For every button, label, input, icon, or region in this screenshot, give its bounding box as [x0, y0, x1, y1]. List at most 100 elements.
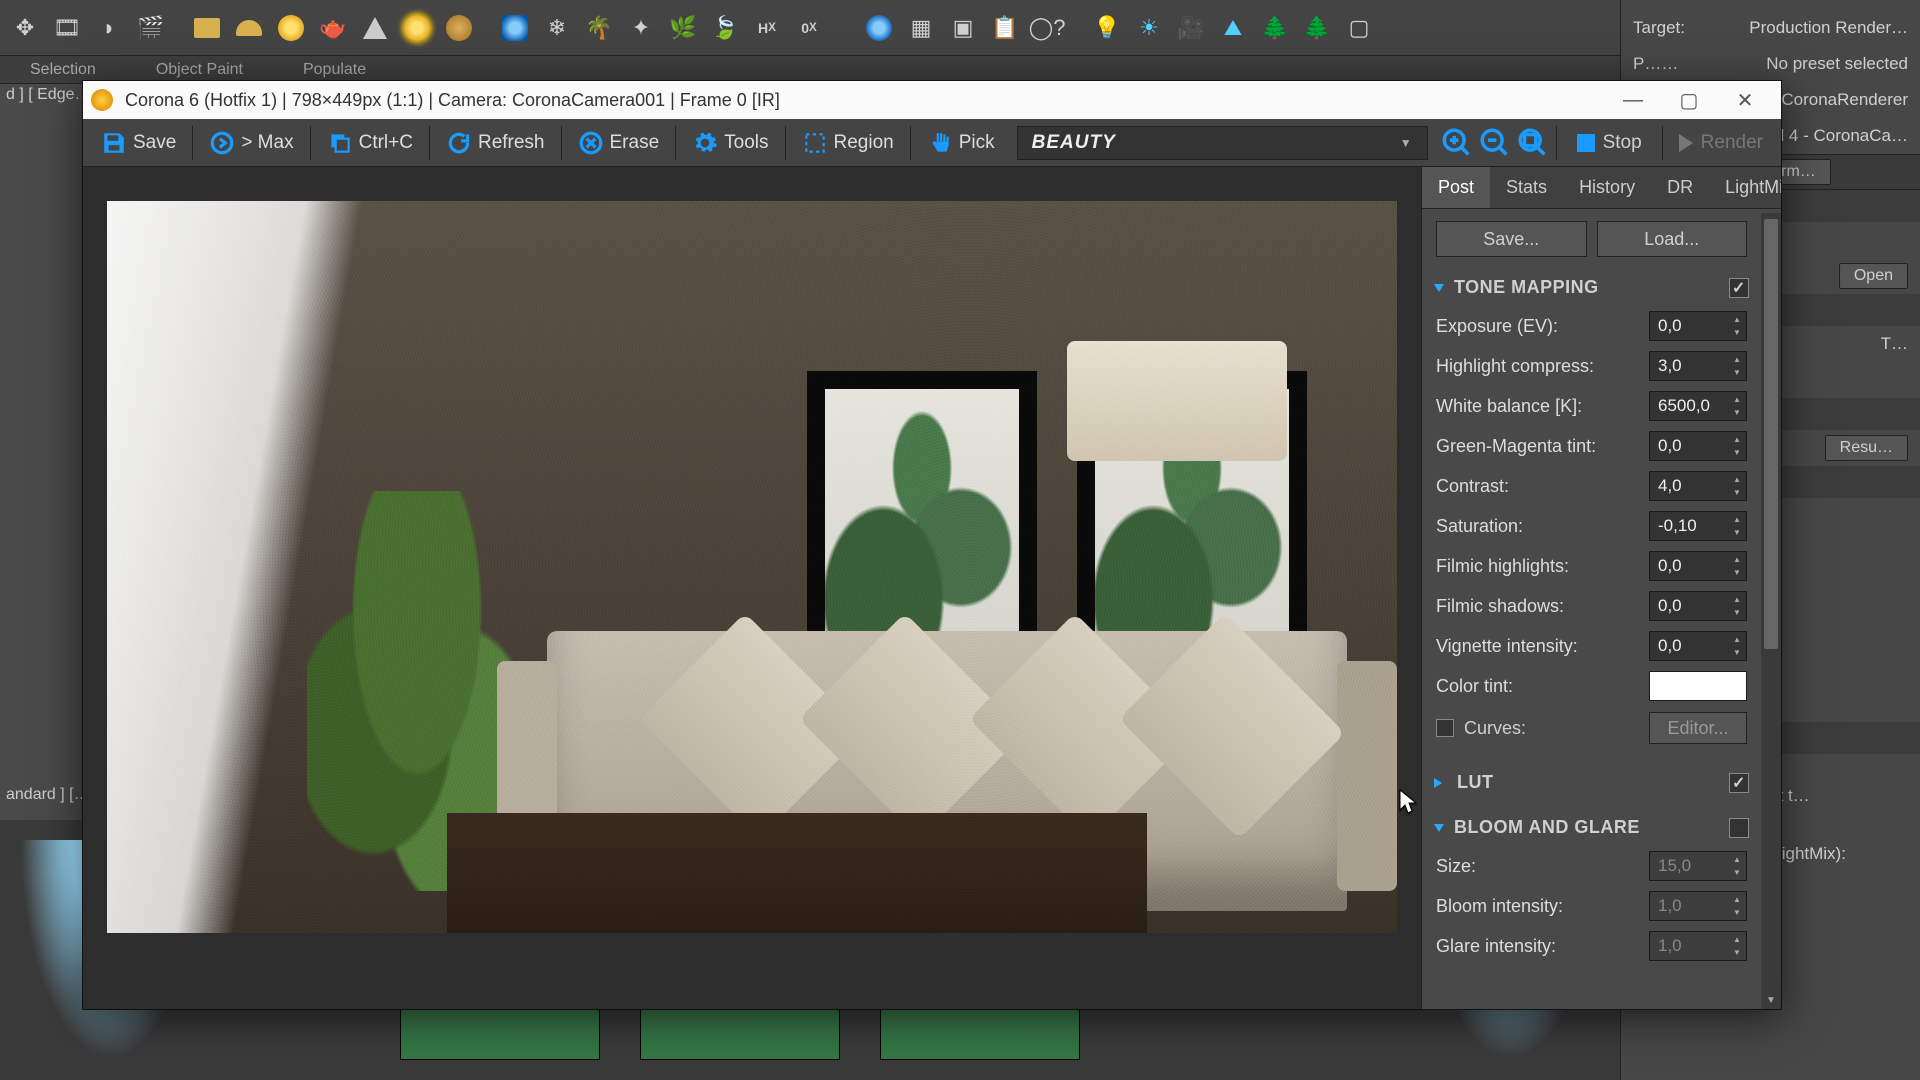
tab-history[interactable]: History [1563, 167, 1651, 208]
saturation-spinner[interactable]: -0,10▲▼ [1649, 511, 1747, 541]
contrast-spinner[interactable]: 4,0▲▼ [1649, 471, 1747, 501]
triangle-down-icon [1434, 824, 1444, 832]
preset-value[interactable]: No preset selected [1766, 54, 1908, 74]
tonemapping-header[interactable]: TONE MAPPING ✓ [1422, 269, 1761, 306]
tab-dr[interactable]: DR [1651, 167, 1709, 208]
disc-icon[interactable] [442, 11, 476, 45]
copy-icon [327, 130, 353, 156]
bulb-icon[interactable]: 💡 [1090, 11, 1124, 45]
help-icon[interactable]: ◯? [1030, 11, 1064, 45]
scene-icon[interactable]: 🎥 [1174, 11, 1208, 45]
dome-prim-icon[interactable] [232, 11, 266, 45]
tab-stats[interactable]: Stats [1490, 167, 1563, 208]
to-max-button[interactable]: > Max [199, 126, 303, 160]
grass-icon[interactable]: 🌿 [666, 11, 700, 45]
save-button[interactable]: Save [91, 126, 186, 160]
filmic-highlights-label: Filmic highlights: [1436, 556, 1649, 577]
pick-button[interactable]: Pick [917, 126, 1005, 160]
color-tint-label: Color tint: [1436, 676, 1649, 697]
renderer-value[interactable]: CoronaRenderer [1781, 90, 1908, 110]
mountain-icon[interactable]: ⛰ [1216, 11, 1250, 45]
pine-icon[interactable]: 🌲 [1258, 11, 1292, 45]
sun-icon[interactable] [400, 11, 434, 45]
sun2-icon[interactable]: ☀ [1132, 11, 1166, 45]
ribbon-selection[interactable]: Selection [30, 61, 96, 79]
triangle-down-icon [1434, 778, 1447, 788]
sphere-blue-icon[interactable] [862, 11, 896, 45]
lut-checkbox[interactable]: ✓ [1729, 773, 1749, 793]
region-button[interactable]: Region [792, 126, 904, 160]
filmic-highlights-spinner[interactable]: 0,0▲▼ [1649, 551, 1747, 581]
close-button[interactable]: ✕ [1717, 81, 1773, 119]
leaf-icon[interactable]: 🍃 [708, 11, 742, 45]
exposure-spinner[interactable]: 0,0▲▼ [1649, 311, 1747, 341]
bloom-checkbox[interactable] [1729, 818, 1749, 838]
tonemapping-checkbox[interactable]: ✓ [1729, 278, 1749, 298]
ribbon-populate[interactable]: Populate [303, 61, 366, 79]
particles-icon[interactable] [498, 11, 532, 45]
tree-icon[interactable]: 🌴 [582, 11, 616, 45]
maximize-button[interactable]: ▢ [1661, 81, 1717, 119]
select-icon[interactable]: ✥ [8, 11, 42, 45]
white-balance-spinner[interactable]: 6500,0▲▼ [1649, 391, 1747, 421]
viewport-label-top: d ] [ Edge… [6, 86, 91, 104]
refresh-button[interactable]: Refresh [436, 126, 555, 160]
sphere-prim-icon[interactable] [274, 11, 308, 45]
bloom-header[interactable]: BLOOM AND GLARE [1422, 809, 1761, 846]
zerox-icon[interactable]: 0X [792, 11, 826, 45]
box-icon[interactable]: ▢ [1342, 11, 1376, 45]
copy-button[interactable]: Ctrl+C [317, 126, 423, 160]
panel-scrollbar[interactable]: ▲ ▼ [1761, 213, 1781, 1009]
sparkle-icon[interactable]: ✦ [624, 11, 658, 45]
snow-icon[interactable]: ❄ [540, 11, 574, 45]
highlight-compress-spinner[interactable]: 3,0▲▼ [1649, 351, 1747, 381]
scroll-down-icon[interactable]: ▼ [1761, 991, 1781, 1009]
minimize-button[interactable]: ― [1605, 81, 1661, 119]
resume-button[interactable]: Resu… [1825, 435, 1908, 461]
open-button[interactable]: Open [1839, 263, 1908, 289]
halfx-icon[interactable]: HX [750, 11, 784, 45]
erase-button[interactable]: Erase [568, 126, 670, 160]
scroll-thumb[interactable] [1764, 219, 1778, 649]
erase-icon [578, 130, 604, 156]
material-editor-icon[interactable]: ▦ [904, 11, 938, 45]
post-save-button[interactable]: Save... [1436, 221, 1587, 257]
tab-post[interactable]: Post [1422, 167, 1490, 208]
pine2-icon[interactable]: 🌲 [1300, 11, 1334, 45]
bloom-size-spinner[interactable]: 15,0▲▼ [1649, 851, 1747, 881]
cone-prim-icon[interactable] [358, 11, 392, 45]
tab-lightmix[interactable]: LightMix [1709, 167, 1781, 208]
target-value[interactable]: Production Render… [1749, 18, 1908, 38]
zoom-out-button[interactable] [1478, 126, 1512, 160]
green-magenta-spinner[interactable]: 0,0▲▼ [1649, 431, 1747, 461]
color-tint-swatch[interactable] [1649, 671, 1747, 701]
target-label: Target: [1633, 18, 1685, 38]
filmic-shadows-spinner[interactable]: 0,0▲▼ [1649, 591, 1747, 621]
render-viewport[interactable] [83, 167, 1421, 1009]
post-load-button[interactable]: Load... [1597, 221, 1748, 257]
decor-cushion [969, 613, 1195, 839]
vignette-label: Vignette intensity: [1436, 636, 1649, 657]
vfb-titlebar[interactable]: Corona 6 (Hotfix 1) | 798×449px (1:1) | … [83, 81, 1781, 119]
curves-checkbox[interactable] [1436, 719, 1454, 737]
film-icon[interactable]: 🎞 [50, 11, 84, 45]
clipboard-icon[interactable]: 📋 [988, 11, 1022, 45]
glare-intensity-label: Glare intensity: [1436, 936, 1649, 957]
camera-icon[interactable]: 🎬 [134, 11, 168, 45]
channel-dropdown[interactable]: BEAUTY▼ [1017, 126, 1428, 160]
decor-sofa [547, 631, 1347, 911]
lut-header[interactable]: LUT ✓ [1422, 764, 1761, 801]
zoom-fit-button[interactable] [1516, 126, 1550, 160]
ribbon-object-paint[interactable]: Object Paint [156, 61, 243, 79]
tools-button[interactable]: Tools [682, 126, 778, 160]
glare-intensity-spinner[interactable]: 1,0▲▼ [1649, 931, 1747, 961]
moon-icon[interactable]: ◗ [92, 11, 126, 45]
curves-editor-button[interactable]: Editor... [1649, 712, 1747, 744]
stop-button[interactable]: Stop [1563, 128, 1656, 158]
zoom-in-button[interactable] [1440, 126, 1474, 160]
teapot-prim-icon[interactable]: 🫖 [316, 11, 350, 45]
plane-prim-icon[interactable] [190, 11, 224, 45]
bloom-intensity-spinner[interactable]: 1,0▲▼ [1649, 891, 1747, 921]
render-setup-icon[interactable]: ▣ [946, 11, 980, 45]
vignette-spinner[interactable]: 0,0▲▼ [1649, 631, 1747, 661]
